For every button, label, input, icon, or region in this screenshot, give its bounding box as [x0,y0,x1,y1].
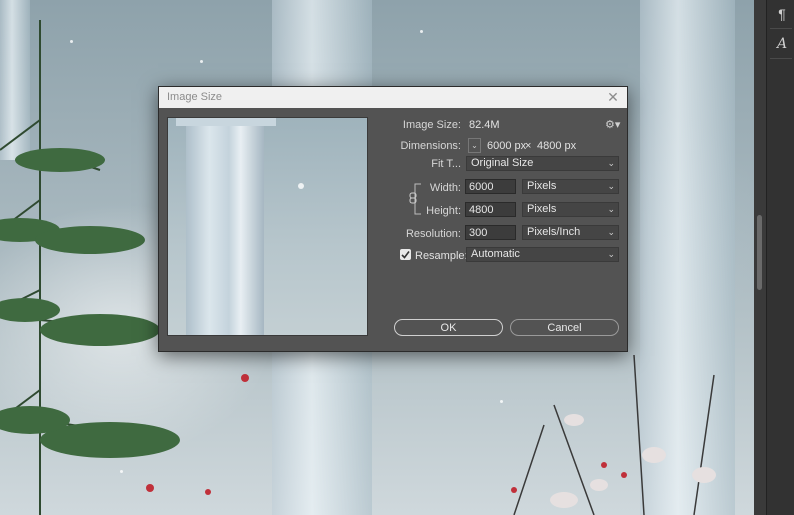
width-unit-value: Pixels [527,180,557,192]
preview-pillar [186,118,264,335]
chevron-down-icon: ⌄ [607,204,615,214]
resolution-input[interactable]: 300 [465,225,516,240]
resample-checkbox[interactable] [400,249,411,260]
image-size-value: 82.4M [469,119,500,131]
image-size-dialog: Image Size ✕ Image Size: 82.4M ⚙▾ Dimens… [158,86,628,352]
fit-to-value: Original Size [471,157,534,169]
dimensions-label: Dimensions: [400,140,461,152]
height-label: Height: [426,205,461,217]
width-unit-select[interactable]: Pixels ⌄ [522,179,619,194]
panel-separator [770,58,792,59]
fit-to-label: Fit T... [431,158,461,170]
resample-label: Resample: [415,250,468,262]
width-input[interactable]: 6000 [465,179,516,194]
image-preview[interactable] [167,117,368,336]
dimensions-width: 6000 px [487,140,527,152]
preview-pillar-band [176,118,276,126]
fit-to-select[interactable]: Original Size ⌄ [466,156,619,171]
snow-particle [298,183,304,189]
chevron-down-icon: ⌄ [607,227,615,237]
height-unit-select[interactable]: Pixels ⌄ [522,202,619,217]
dialog-title: Image Size [167,91,223,103]
dimensions-dropdown-chevron-icon[interactable]: ⌄ [468,138,481,153]
resolution-label: Resolution: [405,228,461,240]
height-unit-value: Pixels [527,203,557,215]
resolution-unit-select[interactable]: Pixels/Inch ⌄ [522,225,619,240]
resample-select[interactable]: Automatic ⌄ [466,247,619,262]
character-icon[interactable]: A [772,34,792,54]
panel-separator [770,28,792,29]
height-input[interactable]: 4800 [465,202,516,217]
canvas-scrollbar-thumb[interactable] [757,215,762,290]
chevron-down-icon: ⌄ [607,249,615,259]
resample-value: Automatic [471,248,520,260]
ok-button[interactable]: OK [394,319,503,336]
close-icon[interactable]: ✕ [605,89,621,105]
dialog-titlebar[interactable]: Image Size ✕ [159,87,627,108]
dimensions-times: × [525,140,532,152]
chevron-down-icon: ⌄ [607,158,615,168]
cancel-button[interactable]: Cancel [510,319,619,336]
image-size-label: Image Size: [402,119,461,131]
dimensions-height: 4800 px [537,140,577,152]
checkmark-icon [401,251,410,259]
gear-icon[interactable]: ⚙▾ [605,118,620,131]
width-label: Width: [429,182,461,194]
paragraph-icon[interactable]: ¶ [772,4,792,24]
resolution-unit-value: Pixels/Inch [527,226,581,238]
chevron-down-icon: ⌄ [607,181,615,191]
snow-particle [420,30,423,33]
right-tool-panel: ¶ A [766,0,794,515]
